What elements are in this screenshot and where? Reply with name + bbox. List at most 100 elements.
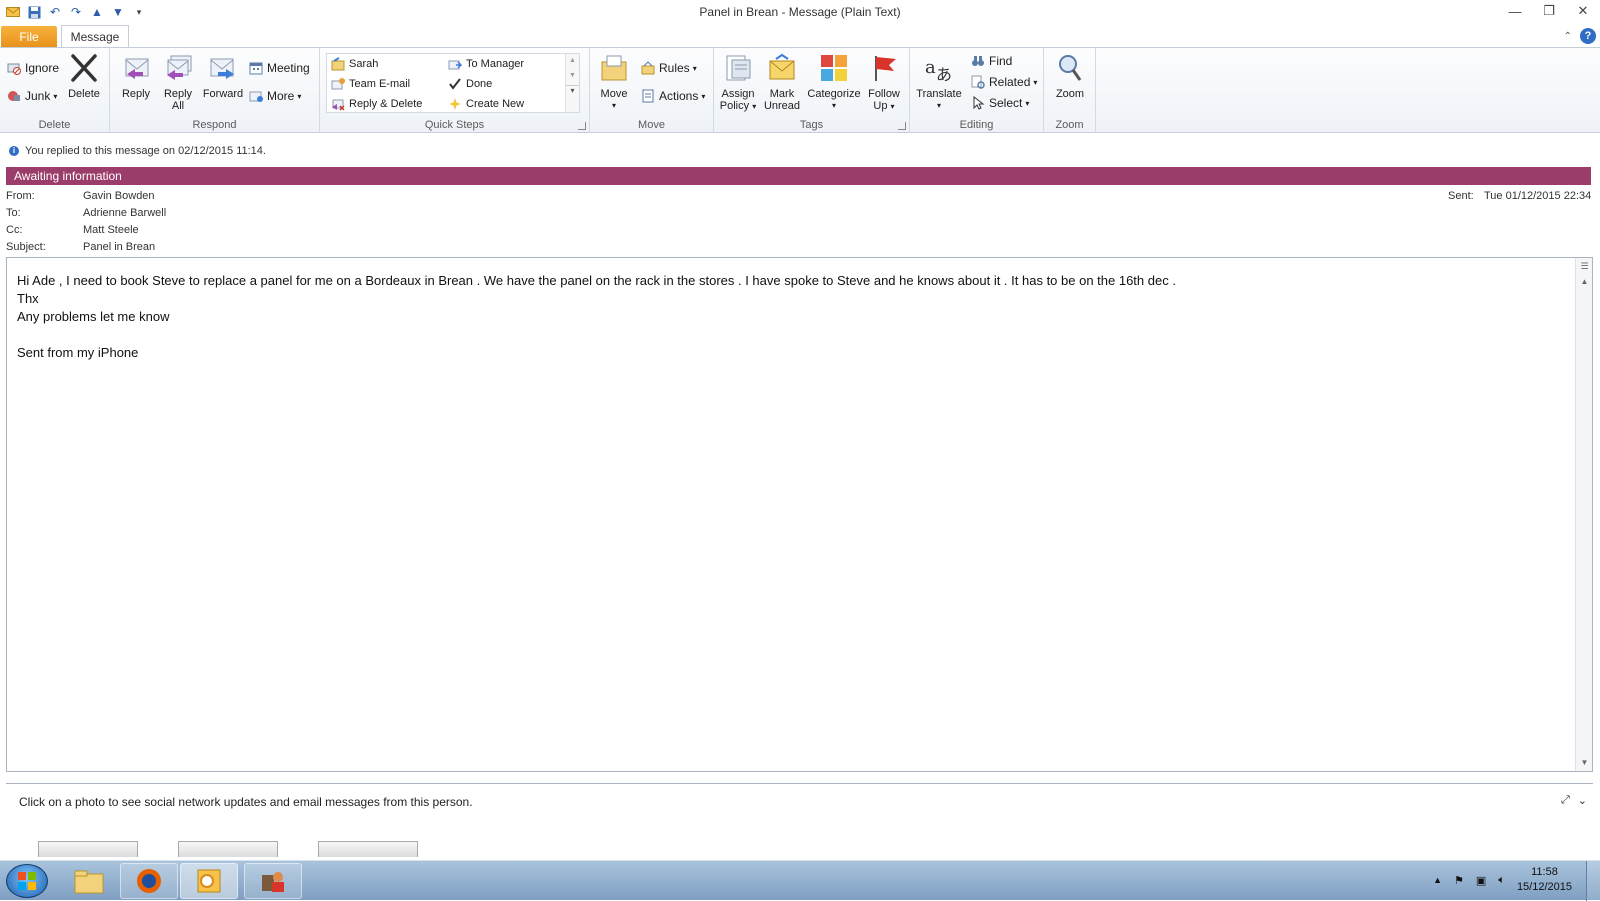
taskbar-explorer[interactable] <box>60 863 118 899</box>
follow-up-button[interactable]: Follow Up ▾ <box>864 52 904 113</box>
tags-launcher-icon[interactable] <box>898 122 906 130</box>
sent-value: Tue 01/12/2015 22:34 <box>1484 190 1592 202</box>
quickstep-sarah[interactable]: Sarah <box>330 56 378 72</box>
delete-button[interactable]: Delete <box>64 52 104 100</box>
more-respond-button[interactable]: More ▾ <box>248 88 301 104</box>
group-editing-label: Editing <box>959 119 994 131</box>
magnifier-icon <box>1054 52 1086 84</box>
restore-icon[interactable]: ❐ <box>1532 0 1566 22</box>
cc-label: Cc: <box>6 224 23 236</box>
contact-photo[interactable] <box>318 841 418 857</box>
select-button[interactable]: Select ▾ <box>970 95 1029 111</box>
show-desktop-button[interactable] <box>1586 861 1600 901</box>
taskbar-outlook[interactable] <box>180 863 238 899</box>
quick-steps-launcher-icon[interactable] <box>578 122 586 130</box>
from-label: From: <box>6 190 35 202</box>
ruler-icon[interactable]: ☰ <box>1576 258 1593 274</box>
reply-info-text: You replied to this message on 02/12/201… <box>25 145 266 157</box>
reply-info-bar[interactable]: i You replied to this message on 02/12/2… <box>0 141 1600 161</box>
forward-button[interactable]: Forward <box>200 52 246 100</box>
minimize-icon[interactable]: — <box>1498 0 1532 22</box>
checkmark-icon <box>447 76 463 92</box>
show-hidden-icons-icon[interactable]: ▲ <box>1433 875 1442 885</box>
ignore-button[interactable]: Ignore <box>6 60 59 76</box>
group-respond: Reply Reply All Forward Meeting More ▾ R… <box>110 48 320 133</box>
related-label: Related <box>989 75 1031 89</box>
assign-policy-button[interactable]: Assign Policy ▾ <box>718 52 758 113</box>
close-icon[interactable]: ✕ <box>1566 0 1600 22</box>
quick-steps-scroll[interactable]: ▲ ▼ ▾ <box>565 54 579 112</box>
related-button[interactable]: Related ▾ <box>970 74 1037 90</box>
collapse-chevron-icon[interactable]: ⌄ <box>1578 794 1587 807</box>
ignore-icon <box>6 60 22 76</box>
people-pane-tools: ⤢ ⌄ <box>1561 794 1587 807</box>
categorize-button[interactable]: Categorize ▾ <box>806 52 862 112</box>
tab-message[interactable]: Message <box>61 25 129 49</box>
chevron-down-icon: ▾ <box>701 91 706 101</box>
assign-policy-label-2: Policy <box>719 100 750 112</box>
quickstep-team-email[interactable]: Team E-mail <box>330 76 410 92</box>
categorize-icon <box>818 52 850 84</box>
translate-button[interactable]: aあ Translate ▾ <box>914 52 964 112</box>
scroll-down-icon[interactable]: ▼ <box>566 72 579 79</box>
scroll-down-icon[interactable]: ▼ <box>1576 755 1593 771</box>
scroll-up-icon[interactable]: ▲ <box>1576 274 1593 290</box>
sent-label: Sent: <box>1448 190 1474 202</box>
contact-photo[interactable] <box>38 841 138 857</box>
quickstep-reply-delete[interactable]: Reply & Delete <box>330 96 422 112</box>
contact-photo[interactable] <box>178 841 278 857</box>
more-label: More <box>267 89 295 103</box>
rules-icon <box>640 60 656 76</box>
zoom-button[interactable]: Zoom <box>1050 52 1090 100</box>
from-value[interactable]: Gavin Bowden <box>83 190 155 202</box>
scroll-up-icon[interactable]: ▲ <box>566 57 579 64</box>
windows-logo-icon <box>18 872 36 890</box>
quickstep-to-manager[interactable]: To Manager <box>447 56 524 72</box>
junk-label: Junk <box>25 89 51 103</box>
clock[interactable]: 11:58 15/12/2015 <box>1517 865 1572 895</box>
message-body[interactable]: Hi Ade , I need to book Steve to replace… <box>6 257 1593 772</box>
quickstep-done[interactable]: Done <box>447 76 492 92</box>
expand-icon[interactable]: ⤢ <box>1561 794 1570 807</box>
find-button[interactable]: Find <box>970 53 1012 69</box>
rules-button[interactable]: Rules ▾ <box>640 60 697 76</box>
envelope-icon <box>766 52 798 84</box>
meeting-label: Meeting <box>267 61 310 75</box>
reply-label: Reply <box>121 88 151 100</box>
reply-all-button[interactable]: Reply All <box>158 52 198 112</box>
chevron-down-icon: ▾ <box>692 63 697 73</box>
move-button[interactable]: Move ▾ <box>596 52 632 112</box>
minimize-ribbon-icon[interactable]: ⌃ <box>1564 31 1572 42</box>
cc-value[interactable]: Matt Steele <box>83 224 139 236</box>
help-icon[interactable]: ? <box>1580 28 1596 44</box>
cursor-icon <box>970 95 986 111</box>
move-label: Move <box>600 88 628 100</box>
volume-icon[interactable]: 🔈︎ <box>1498 874 1505 887</box>
to-value[interactable]: Adrienne Barwell <box>83 207 166 219</box>
chevron-down-icon: ▾ <box>1025 98 1030 108</box>
zoom-label: Zoom <box>1055 88 1085 100</box>
network-icon[interactable]: ▣ <box>1476 874 1486 887</box>
more-icon <box>248 88 264 104</box>
start-button[interactable] <box>6 864 48 898</box>
firefox-icon <box>137 869 161 893</box>
quickstep-create-new[interactable]: Create New <box>447 96 524 112</box>
group-zoom: Zoom Zoom <box>1044 48 1096 133</box>
actions-button[interactable]: Actions ▾ <box>640 88 705 104</box>
gallery-more-icon[interactable]: ▾ <box>566 85 579 95</box>
tab-file[interactable]: File <box>1 26 57 48</box>
clock-date: 15/12/2015 <box>1516 881 1572 893</box>
vertical-scrollbar[interactable]: ☰ ▲ ▼ <box>1575 258 1592 771</box>
reply-button[interactable]: Reply <box>116 52 156 100</box>
action-center-flag-icon[interactable]: ⚑ <box>1454 874 1464 887</box>
taskbar: ▲ ⚑ ▣ 🔈︎ 11:58 15/12/2015 <box>0 860 1600 901</box>
quickstep-reply-delete-label: Reply & Delete <box>349 98 423 110</box>
window-controls: — ❐ ✕ <box>1498 0 1600 22</box>
junk-button[interactable]: Junk ▾ <box>6 88 57 104</box>
taskbar-firefox[interactable] <box>120 863 178 899</box>
taskbar-app[interactable] <box>244 863 302 899</box>
mark-unread-button[interactable]: Mark Unread <box>762 52 802 112</box>
group-zoom-label: Zoom <box>1055 119 1084 131</box>
meeting-button[interactable]: Meeting <box>248 60 310 76</box>
group-move-label: Move <box>638 119 665 131</box>
